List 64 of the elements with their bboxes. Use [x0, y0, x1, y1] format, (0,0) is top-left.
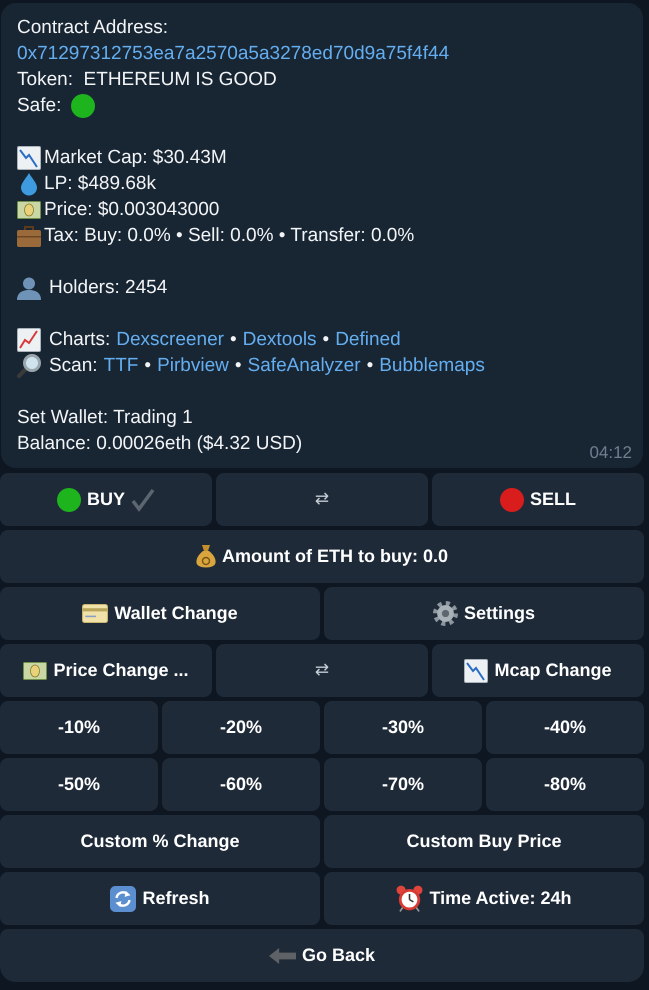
contract-address-link[interactable]: 0x71297312753ea7a2570a5a3278ed70d9a75f4f44 [17, 41, 450, 67]
chart-down-icon [17, 146, 41, 170]
bullet-separator: • [366, 354, 374, 378]
scan-link[interactable]: TTF [104, 353, 138, 379]
refresh-button[interactable]: Refresh [0, 872, 320, 925]
scan-link[interactable]: Bubblemaps [379, 353, 485, 379]
banknote-icon [23, 662, 48, 680]
refresh-icon [110, 886, 136, 912]
custom-option-button[interactable]: Custom % Change [0, 815, 320, 868]
percent-button[interactable]: -50% [0, 758, 158, 811]
percent-button[interactable]: -20% [162, 701, 320, 754]
magnifier-icon [17, 354, 41, 378]
charts-label: Charts: [49, 328, 110, 352]
go-back-button[interactable]: Go Back [0, 929, 644, 982]
amount-button[interactable]: Amount of ETH to buy: 0.0 [0, 530, 644, 583]
percent-button[interactable]: -80% [486, 758, 644, 811]
liquidity-text: LP: $489.68k [44, 172, 156, 196]
swap-button[interactable]: ⇄ [216, 473, 428, 526]
token-text: Token: ETHEREUM IS GOOD [17, 68, 277, 92]
percent-button[interactable]: -60% [162, 758, 320, 811]
percent-button[interactable]: -30% [324, 701, 482, 754]
safe-label: Safe: [17, 94, 62, 118]
custom-option-button[interactable]: Custom Buy Price [324, 815, 644, 868]
check-icon [131, 488, 155, 512]
back-arrow-icon [268, 948, 296, 964]
scan-label: Scan: [49, 354, 98, 378]
percent-button[interactable]: -10% [0, 701, 158, 754]
buy-button[interactable]: BUY [0, 473, 212, 526]
chart-down-icon [464, 658, 488, 682]
chart-up-icon [17, 328, 41, 352]
swap-button[interactable]: ⇄ [216, 644, 428, 697]
scan-link[interactable]: SafeAnalyzer [248, 353, 361, 379]
scan-link[interactable]: Pirbview [157, 353, 229, 379]
tax-text: Tax: Buy: 0.0% • Sell: 0.0% • Transfer: 0.0% [44, 224, 414, 248]
mcap-change-button[interactable]: Mcap Change [432, 644, 644, 697]
person-icon [17, 276, 41, 300]
bullet-separator: • [144, 354, 152, 378]
contract-label: Contract Address: [17, 16, 168, 40]
price-change-button[interactable]: Price Change ... [0, 644, 212, 697]
percent-button[interactable]: -40% [486, 701, 644, 754]
wallet-change-button[interactable]: Wallet Change [0, 587, 320, 640]
bullet-separator: • [322, 328, 330, 352]
market-cap-text: Market Cap: $30.43M [44, 146, 227, 170]
bullet-separator: • [234, 354, 242, 378]
charts-link[interactable]: Dexscreener [116, 327, 224, 353]
charts-link[interactable]: Dextools [242, 327, 317, 353]
banknote-icon [17, 201, 41, 219]
balance-text: Balance: 0.00026eth ($4.32 USD) [17, 432, 302, 456]
credit-card-icon [82, 604, 108, 623]
wallet-text: Set Wallet: Trading 1 [17, 406, 193, 430]
price-text: Price: $0.003043000 [44, 198, 220, 222]
alarm-clock-icon [396, 885, 424, 912]
briefcase-icon [17, 225, 41, 247]
bullet-separator: • [230, 328, 237, 352]
charts-link[interactable]: Defined [335, 327, 401, 353]
sell-button[interactable]: SELL [432, 473, 644, 526]
percent-button[interactable]: -70% [324, 758, 482, 811]
holders-text: Holders: 2454 [49, 276, 168, 300]
time-active-button[interactable]: Time Active: 24h [324, 872, 644, 925]
money-bag-icon [196, 544, 216, 568]
settings-button[interactable]: Settings [324, 587, 644, 640]
droplet-icon [20, 172, 38, 196]
gear-icon [432, 601, 458, 626]
message-time: 04:12 [589, 443, 632, 463]
